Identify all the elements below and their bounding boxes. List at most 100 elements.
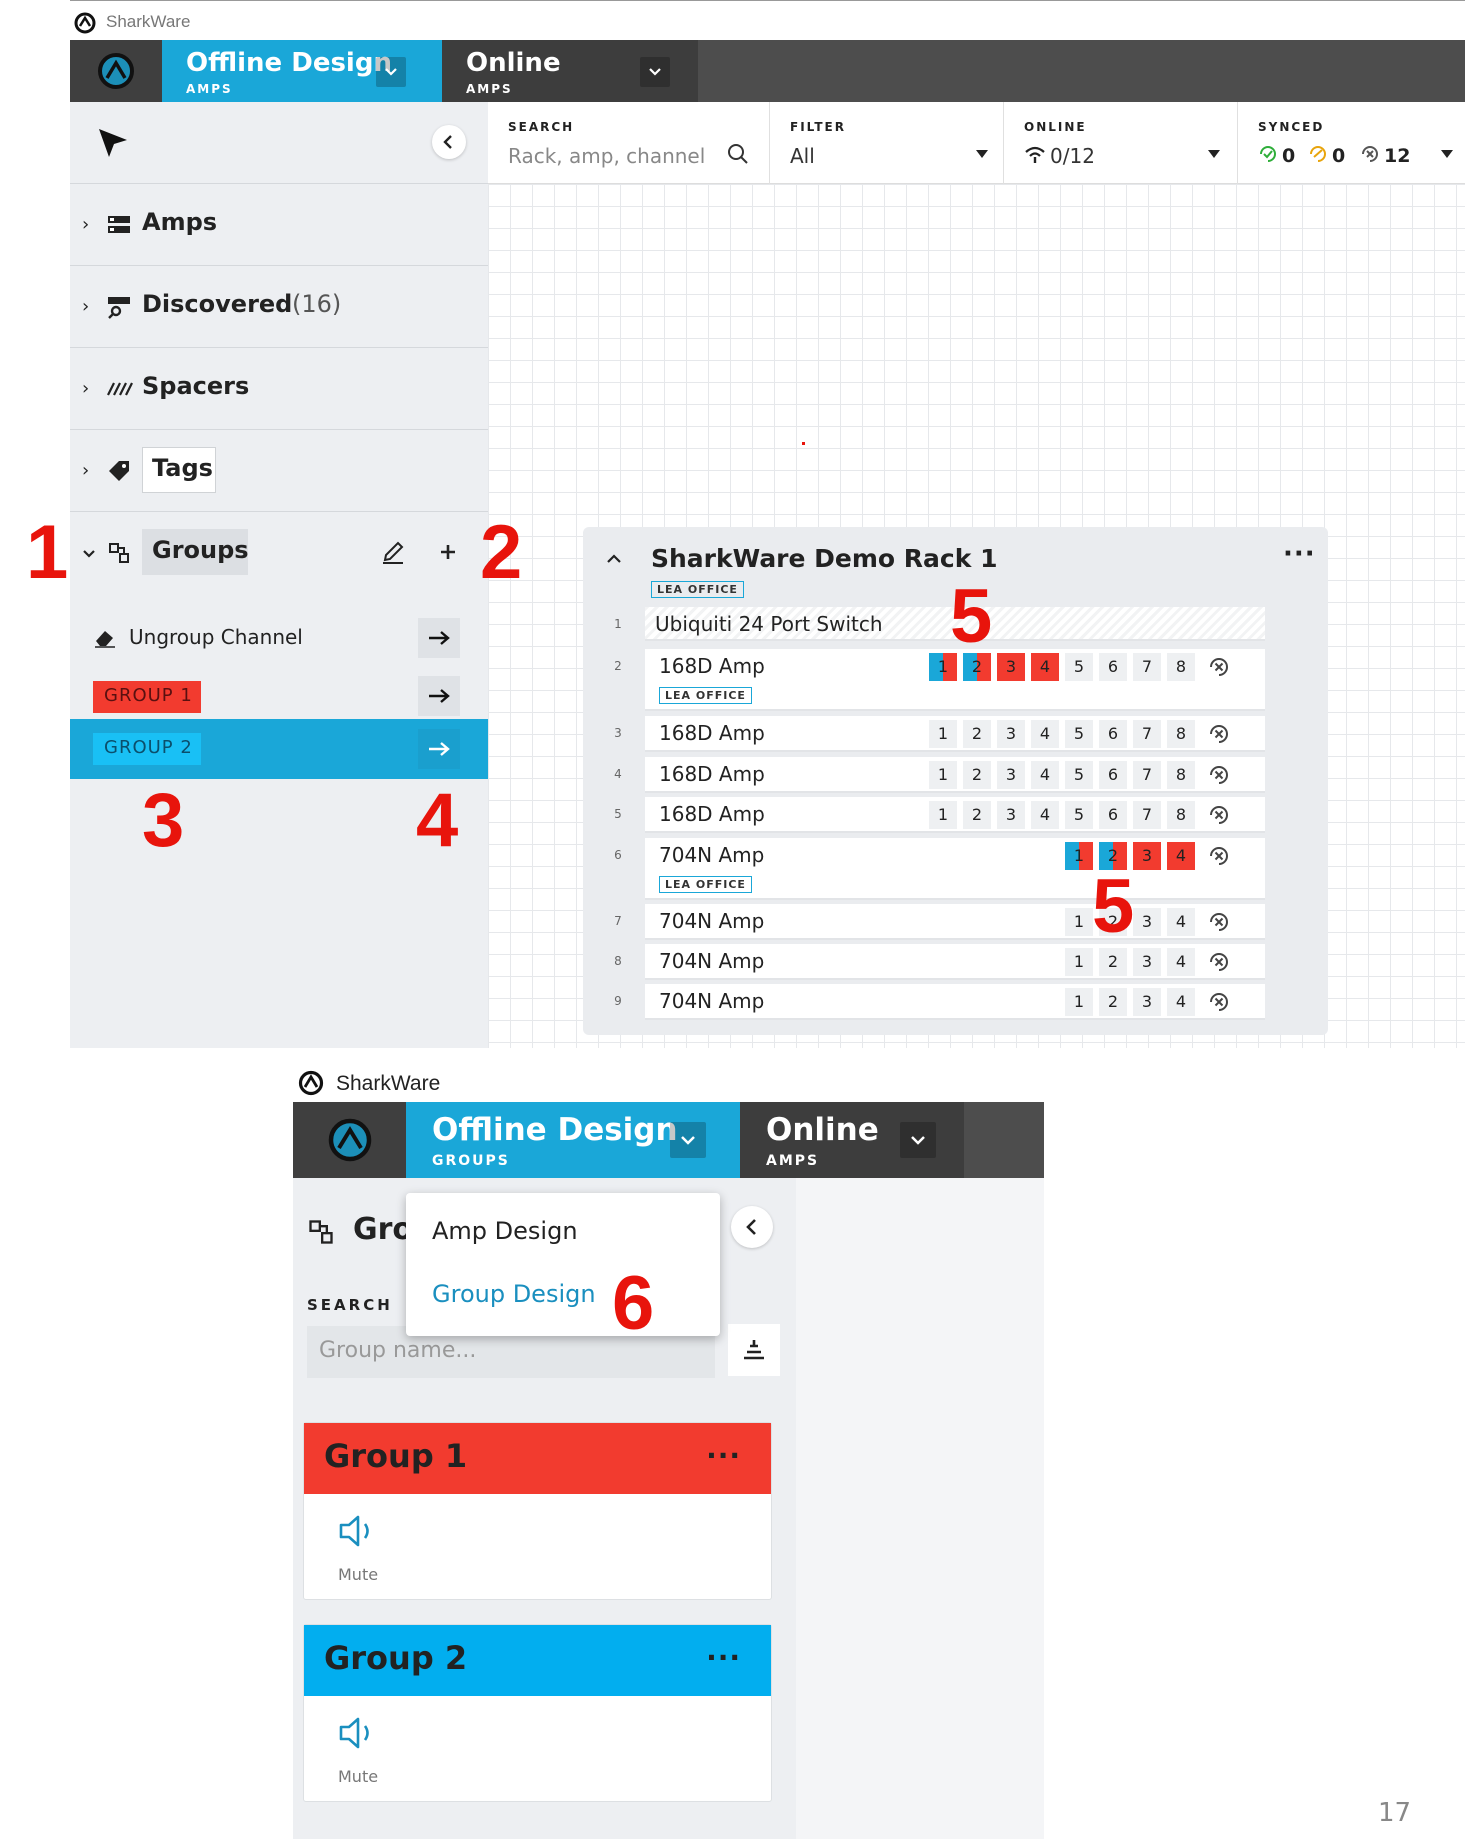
rack-row-amp[interactable]: 704N Amp 1 2 3 4 — [645, 904, 1265, 940]
chevron-right-icon: › — [82, 378, 90, 399]
sidebar-section-groups[interactable]: Groups — [70, 512, 488, 594]
rack-row-amp[interactable]: 704N Amp LEA OFFICE 1 2 3 4 — [645, 838, 1265, 900]
channel-button[interactable]: 7 — [1133, 761, 1161, 789]
group-card-2[interactable]: Group 2 ··· Mute — [303, 1624, 772, 1802]
channel-button[interactable]: 2 — [963, 761, 991, 789]
channel-button[interactable]: 1 — [1065, 988, 1093, 1016]
rack-row-amp[interactable]: 168D Amp 1 2 3 4 5 6 7 8 — [645, 757, 1265, 793]
channel-button[interactable]: 4 — [1031, 653, 1059, 681]
online-dropdown[interactable]: ONLINE 0/12 — [1004, 102, 1238, 184]
channel-button[interactable]: 5 — [1065, 801, 1093, 829]
sidebar-section-spacers[interactable]: › Spacers — [70, 348, 488, 430]
tab-dropdown-button[interactable] — [670, 1122, 706, 1158]
channel-button[interactable]: 4 — [1167, 908, 1195, 936]
tab-dropdown-button[interactable] — [640, 57, 670, 87]
sort-button[interactable] — [728, 1324, 780, 1376]
channel-button[interactable]: 3 — [1133, 908, 1161, 936]
channel-button[interactable]: 4 — [1031, 801, 1059, 829]
app-logo[interactable] — [293, 1102, 406, 1178]
channel-button[interactable]: 5 — [1065, 653, 1093, 681]
channel-button[interactable]: 6 — [1099, 761, 1127, 789]
channel-button[interactable]: 3 — [997, 761, 1025, 789]
design-mode-menu: Amp Design Group Design — [406, 1193, 720, 1336]
annotation-number: 3 — [142, 778, 185, 863]
ungroup-channel-item[interactable]: Ungroup Channel — [70, 610, 488, 666]
channel-button[interactable]: 4 — [1167, 988, 1195, 1016]
menu-item-amp-design[interactable]: Amp Design — [432, 1217, 578, 1245]
pointer-tool-icon[interactable] — [96, 126, 130, 160]
collapse-sidebar-button[interactable] — [731, 1206, 773, 1248]
channel-button[interactable]: 3 — [1133, 948, 1161, 976]
channel-button[interactable]: 1 — [929, 720, 957, 748]
eraser-icon — [95, 631, 115, 648]
filter-dropdown[interactable]: FILTER All — [770, 102, 1004, 184]
group-card-1[interactable]: Group 1 ··· Mute — [303, 1422, 772, 1600]
tab-online[interactable]: Online AMPS — [442, 40, 698, 102]
channel-button[interactable]: 3 — [997, 653, 1025, 681]
channel-button[interactable]: 8 — [1167, 653, 1195, 681]
tab-dropdown-button[interactable] — [900, 1122, 936, 1158]
sync-status-icon — [1210, 725, 1228, 743]
search-field[interactable]: SEARCH Rack, amp, channel — [488, 102, 770, 184]
more-options-icon[interactable]: ··· — [706, 1439, 741, 1472]
channel-button[interactable]: 7 — [1133, 653, 1161, 681]
tab-offline-design[interactable]: Offline Design GROUPS — [406, 1102, 740, 1178]
more-options-icon[interactable]: ··· — [1283, 539, 1316, 569]
speaker-icon[interactable] — [338, 1715, 378, 1751]
assign-arrow-button[interactable] — [418, 618, 460, 658]
menu-item-group-design[interactable]: Group Design — [432, 1280, 596, 1308]
sidebar-section-amps[interactable]: › Amps — [70, 184, 488, 266]
group-item-group-1[interactable]: GROUP 1 — [70, 668, 488, 724]
edit-pencil-icon[interactable] — [380, 539, 406, 565]
channel-button[interactable]: 6 — [1099, 801, 1127, 829]
channel-button[interactable]: 1 — [1065, 908, 1093, 936]
speaker-icon[interactable] — [338, 1513, 378, 1549]
channel-button[interactable]: 1 — [1065, 842, 1093, 870]
channel-button[interactable]: 7 — [1133, 720, 1161, 748]
tab-dropdown-button[interactable] — [376, 57, 406, 87]
channel-button[interactable]: 4 — [1031, 761, 1059, 789]
collapse-sidebar-button[interactable] — [432, 125, 466, 159]
channel-button[interactable]: 4 — [1031, 720, 1059, 748]
rack-row-amp[interactable]: 168D Amp 1 2 3 4 5 6 7 8 — [645, 797, 1265, 833]
chevron-up-icon[interactable] — [606, 553, 622, 565]
sharkware-logo-icon — [98, 53, 134, 89]
add-group-icon[interactable] — [438, 542, 458, 562]
channel-button[interactable]: 3 — [1133, 988, 1161, 1016]
channel-button[interactable]: 3 — [997, 801, 1025, 829]
channel-button[interactable]: 1 — [929, 761, 957, 789]
tab-offline-design[interactable]: Offline Design AMPS — [162, 40, 442, 102]
channel-button[interactable]: 5 — [1065, 720, 1093, 748]
channel-button[interactable]: 2 — [1099, 948, 1127, 976]
more-options-icon[interactable]: ··· — [706, 1641, 741, 1674]
rack-row-amp[interactable]: 168D Amp 1 2 3 4 5 6 7 8 — [645, 716, 1265, 752]
group-item-group-2[interactable]: GROUP 2 — [70, 719, 488, 779]
channel-button[interactable]: 2 — [1099, 988, 1127, 1016]
assign-arrow-button[interactable] — [418, 676, 460, 716]
channel-button[interactable]: 8 — [1167, 801, 1195, 829]
app-logo[interactable] — [70, 40, 162, 102]
channel-button[interactable]: 2 — [963, 801, 991, 829]
channel-button[interactable]: 8 — [1167, 720, 1195, 748]
channel-button[interactable]: 8 — [1167, 761, 1195, 789]
channel-button[interactable]: 3 — [997, 720, 1025, 748]
rack-row-amp[interactable]: 704N Amp 1 2 3 4 — [645, 944, 1265, 980]
sidebar-section-tags[interactable]: › Tags — [70, 430, 488, 512]
channel-button[interactable]: 3 — [1133, 842, 1161, 870]
sidebar-section-discovered[interactable]: › Discovered (16) — [70, 266, 488, 348]
channel-button[interactable]: 5 — [1065, 761, 1093, 789]
assign-arrow-button[interactable] — [418, 729, 460, 769]
synced-dropdown[interactable]: SYNCED 0 0 12 — [1238, 102, 1465, 184]
groups-canvas[interactable] — [796, 1178, 1044, 1839]
channel-button[interactable]: 4 — [1167, 842, 1195, 870]
channel-button[interactable]: 6 — [1099, 720, 1127, 748]
channel-button[interactable]: 6 — [1099, 653, 1127, 681]
channel-button[interactable]: 7 — [1133, 801, 1161, 829]
sidebar-section-label: Groups — [152, 536, 249, 564]
tab-online[interactable]: Online AMPS — [740, 1102, 964, 1178]
rack-row-amp[interactable]: 704N Amp 1 2 3 4 — [645, 984, 1265, 1020]
channel-button[interactable]: 2 — [963, 720, 991, 748]
channel-button[interactable]: 1 — [1065, 948, 1093, 976]
channel-button[interactable]: 4 — [1167, 948, 1195, 976]
channel-button[interactable]: 1 — [929, 801, 957, 829]
